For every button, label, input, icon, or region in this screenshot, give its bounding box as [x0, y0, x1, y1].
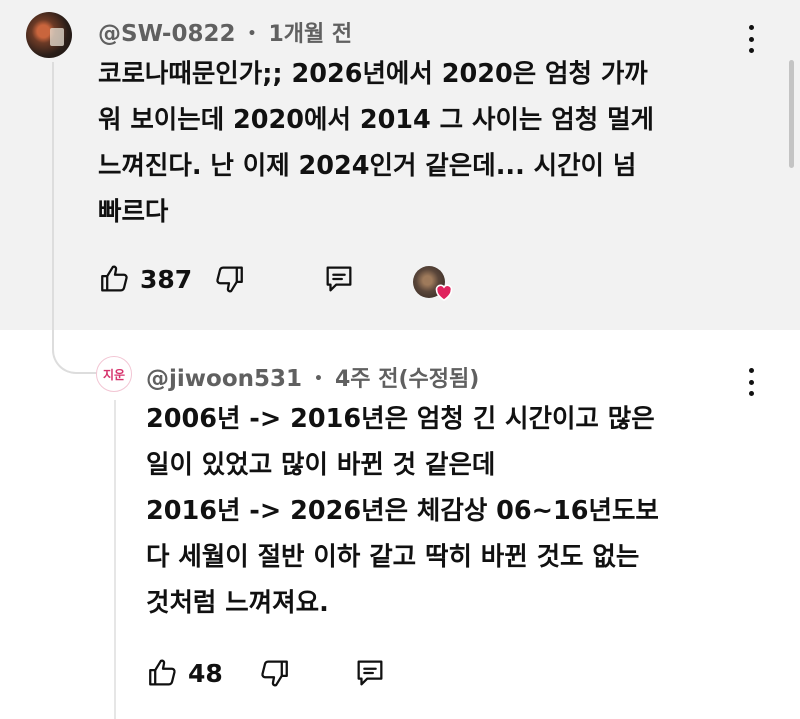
- reply-thread-line: [114, 400, 116, 719]
- reply-author-name[interactable]: @jiwoon531: [146, 366, 302, 392]
- reply-text: 2006년 -> 2016년은 엄청 긴 시간이고 많은 일이 있었고 많이 바…: [146, 396, 659, 626]
- reply-header: @jiwoon531 • 4주 전(수정됨): [146, 361, 479, 393]
- scrollbar[interactable]: [789, 60, 794, 168]
- thumb-up-icon[interactable]: [98, 262, 132, 296]
- reply-time[interactable]: 4주 전: [335, 367, 398, 392]
- separator-dot: •: [247, 26, 257, 42]
- reply-line: 다 세월이 절반 이하 같고 딱히 바뀐 것도 없는: [146, 542, 640, 572]
- reply-line: 것처럼 느껴져요.: [146, 588, 329, 618]
- author-name[interactable]: @SW-0822: [98, 21, 235, 47]
- comment-text: 코로나때문인가;; 2026년에서 2020은 엄청 가까 워 보이는데 202…: [98, 51, 654, 235]
- comment-time[interactable]: 1개월 전: [268, 22, 352, 47]
- reply-icon[interactable]: [322, 262, 356, 296]
- thread-connector: [52, 326, 100, 374]
- reply-line: 2016년 -> 2026년은 체감상 06~16년도보: [146, 496, 659, 526]
- reply-avatar-initials: 지운: [102, 367, 126, 382]
- comment-line: 빠르다: [98, 197, 169, 227]
- more-vert-icon[interactable]: [742, 25, 760, 53]
- reply-icon[interactable]: [353, 656, 387, 690]
- heart-icon: [435, 284, 453, 301]
- reply-actions: 48: [146, 656, 387, 690]
- separator-dot: •: [314, 371, 323, 387]
- comment-header: @SW-0822 • 1개월 전: [98, 16, 352, 48]
- like-count: 387: [140, 264, 193, 294]
- reply-line: 일이 있었고 많이 바뀐 것 같은데: [146, 450, 496, 480]
- more-vert-icon[interactable]: [742, 368, 760, 396]
- comment-line: 코로나때문인가;; 2026년에서 2020은 엄청 가까: [98, 59, 648, 89]
- comment-line: 느껴진다. 난 이제 2024인거 같은데... 시간이 넘: [98, 151, 637, 181]
- thumb-down-icon[interactable]: [212, 262, 246, 296]
- like-count: 48: [188, 658, 223, 688]
- thumb-up-icon[interactable]: [146, 656, 180, 690]
- thumb-down-icon[interactable]: [257, 656, 291, 690]
- comment-line: 워 보이는데 2020에서 2014 그 사이는 엄청 멀게: [98, 105, 654, 135]
- comment-actions: 387: [98, 262, 356, 296]
- reply-avatar[interactable]: 지운: [96, 356, 132, 392]
- thread-line: [52, 62, 54, 344]
- avatar[interactable]: [26, 12, 72, 58]
- reply-line: 2006년 -> 2016년은 엄청 긴 시간이고 많은: [146, 404, 655, 434]
- edited-label: (수정됨): [398, 367, 480, 392]
